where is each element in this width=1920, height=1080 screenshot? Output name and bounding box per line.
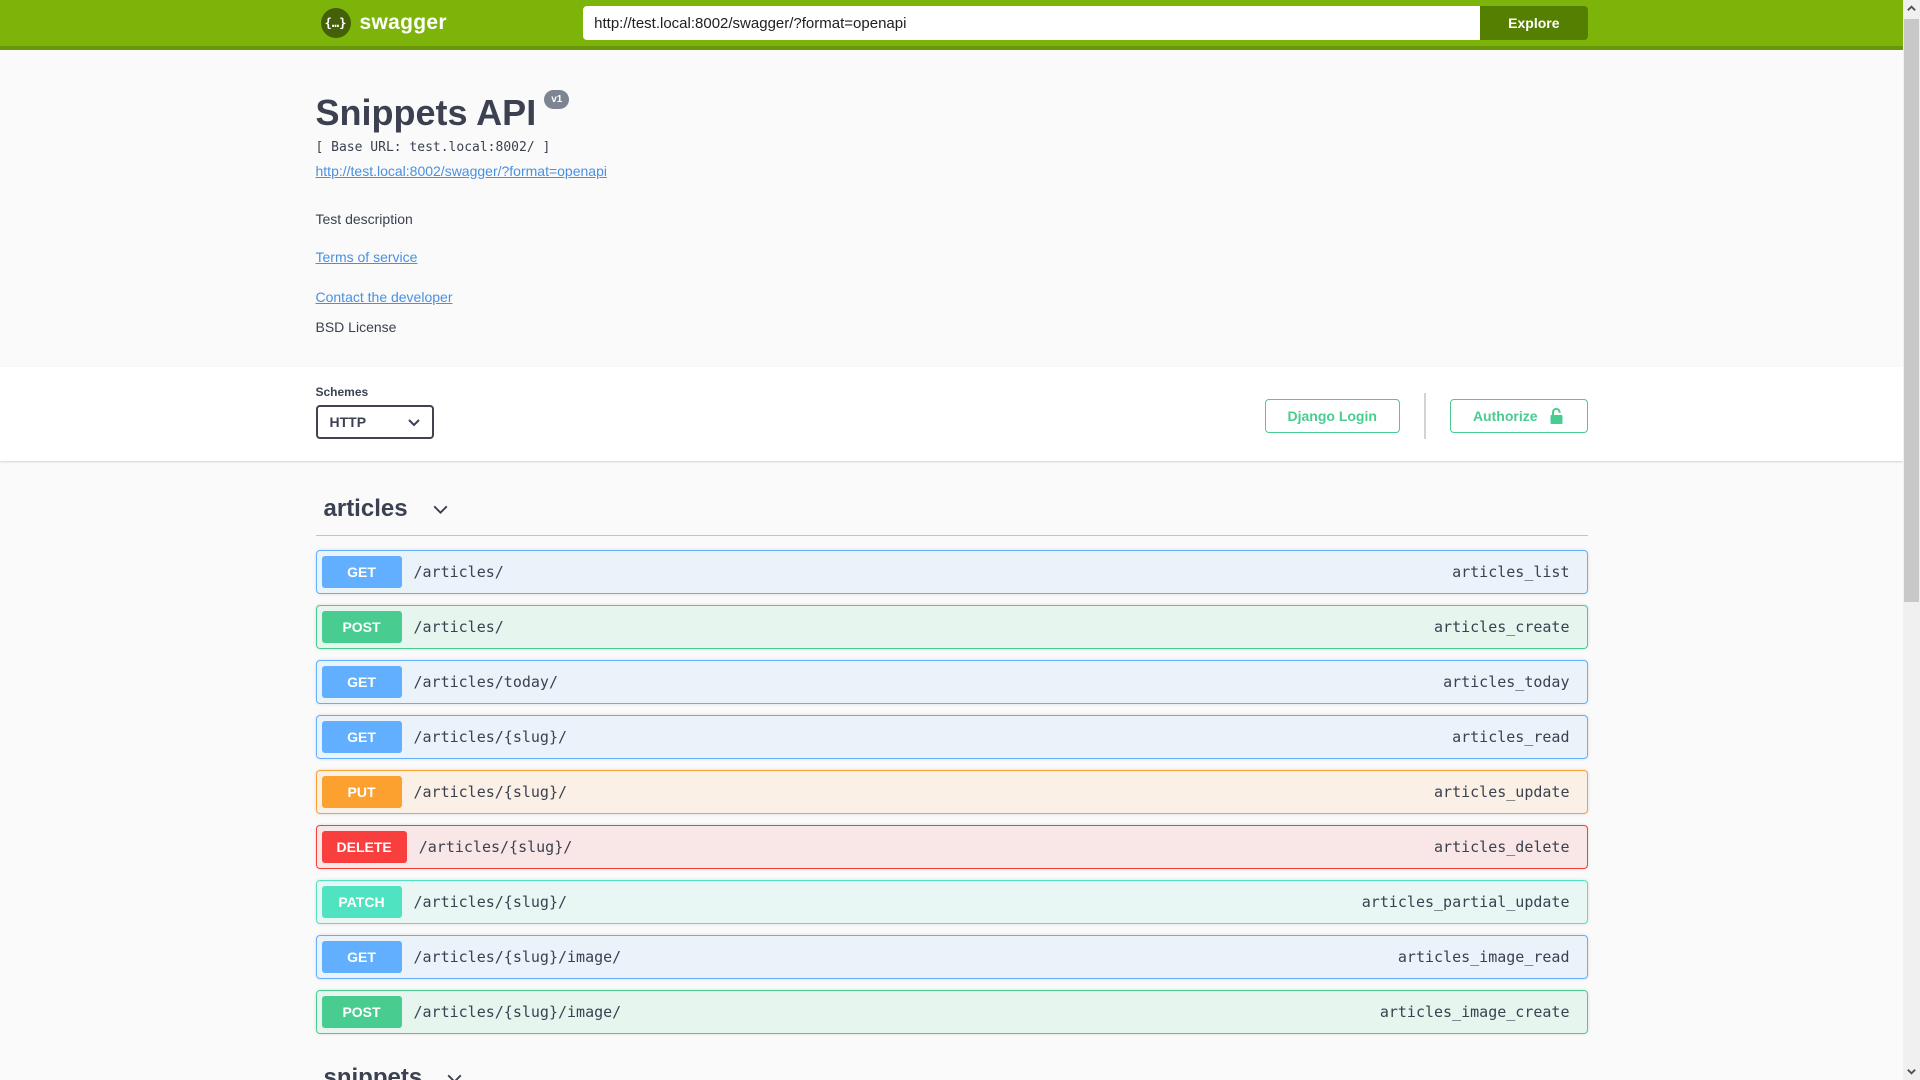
spec-url-input[interactable]	[583, 6, 1481, 40]
operation-path: /articles/{slug}/	[413, 728, 568, 746]
operation-id: articles_create	[1434, 618, 1570, 636]
chevron-down-icon	[433, 505, 448, 514]
auth-divider	[1423, 393, 1426, 439]
scrollbar-thumb[interactable]	[1904, 19, 1919, 602]
schemes-select[interactable]: HTTP	[315, 405, 434, 439]
swagger-logo: {…} swagger	[320, 8, 447, 38]
operation-row[interactable]: POST /articles/{slug}/image/ articles_im…	[315, 990, 1588, 1034]
swagger-logo-text: swagger	[359, 11, 447, 34]
operation-id: articles_read	[1452, 728, 1570, 746]
operation-path: /articles/{slug}/	[413, 893, 568, 911]
method-badge: POST	[321, 996, 402, 1028]
operation-id: articles_image_create	[1379, 1003, 1570, 1021]
version-badge: v1	[544, 90, 570, 109]
operation-path: /articles/{slug}/	[413, 783, 568, 801]
operation-path: /articles/{slug}/	[418, 838, 573, 856]
section-header[interactable]: articles	[315, 481, 1588, 536]
operation-row[interactable]: GET /articles/{slug}/ articles_read	[315, 715, 1588, 759]
spec-link[interactable]: http://test.local:8002/swagger/?format=o…	[316, 163, 607, 179]
explore-button[interactable]: Explore	[1480, 6, 1588, 40]
operation-id: articles_update	[1434, 783, 1570, 801]
section-articles: articles GET /articles/ articles_list PO…	[315, 481, 1588, 1034]
api-description: Test description	[315, 211, 413, 227]
authorize-button[interactable]: Authorize	[1449, 399, 1588, 433]
method-badge: POST	[321, 611, 402, 643]
method-badge: GET	[321, 666, 402, 698]
scrollbar-down-arrow[interactable]	[1903, 1063, 1920, 1080]
operation-path: /articles/	[413, 563, 504, 581]
method-badge: PATCH	[321, 886, 402, 918]
operation-id: articles_partial_update	[1361, 893, 1570, 911]
download-url-wrapper: Explore	[583, 6, 1588, 40]
swagger-logo-icon: {…}	[320, 8, 351, 38]
chevron-up-icon	[1907, 5, 1916, 11]
method-badge: DELETE	[321, 831, 407, 863]
operation-row[interactable]: PUT /articles/{slug}/ articles_update	[315, 770, 1588, 814]
django-login-button[interactable]: Django Login	[1264, 399, 1400, 433]
operation-id: articles_today	[1443, 673, 1570, 691]
operation-row[interactable]: GET /articles/{slug}/image/ articles_ima…	[315, 935, 1588, 979]
swagger-ui-page: {…} swagger Explore Snippets API v1 [ Ba…	[0, 0, 1903, 1080]
base-url: [ Base URL: test.local:8002/ ]	[315, 140, 551, 155]
operation-path: /articles/{slug}/image/	[413, 1003, 622, 1021]
operation-row[interactable]: GET /articles/ articles_list	[315, 550, 1588, 594]
operation-id: articles_delete	[1434, 838, 1570, 856]
license-text: BSD License	[315, 319, 397, 335]
unlock-icon	[1550, 407, 1562, 424]
method-badge: GET	[321, 941, 402, 973]
django-login-label: Django Login	[1287, 408, 1377, 424]
operation-path: /articles/	[413, 618, 504, 636]
operation-id: articles_list	[1452, 563, 1570, 581]
method-badge: PUT	[321, 776, 402, 808]
chevron-down-icon	[1907, 1069, 1916, 1075]
schemes-group: Schemes HTTP	[315, 385, 434, 439]
scrollbar-up-arrow[interactable]	[1903, 0, 1920, 17]
authorize-label: Authorize	[1472, 408, 1538, 424]
section-header[interactable]: snippets	[316, 1050, 1588, 1080]
operation-path: /articles/today/	[413, 673, 559, 691]
terms-of-service-link[interactable]: Terms of service	[316, 249, 418, 265]
section-snippets: snippets GET /snippets/ snippets_list	[316, 1050, 1588, 1080]
scheme-container: Schemes HTTP Django Login Authorize	[0, 367, 1903, 461]
operation-list: GET /articles/ articles_list POST /artic…	[315, 550, 1588, 1034]
operations-container: articles GET /articles/ articles_list PO…	[315, 461, 1588, 1080]
api-title-text: Snippets API	[315, 92, 537, 133]
operation-row[interactable]: DELETE /articles/{slug}/ articles_delete	[315, 825, 1588, 869]
section-title-text: articles	[323, 495, 408, 522]
topbar: {…} swagger Explore	[0, 0, 1903, 50]
api-info: Snippets API v1 [ Base URL: test.local:8…	[316, 50, 1588, 367]
chevron-down-icon	[447, 1074, 462, 1080]
contact-developer-link[interactable]: Contact the developer	[316, 289, 453, 305]
operation-row[interactable]: PATCH /articles/{slug}/ articles_partial…	[315, 880, 1588, 924]
operation-path: /articles/{slug}/image/	[413, 948, 622, 966]
operation-id: articles_image_read	[1397, 948, 1570, 966]
schemes-label: Schemes	[315, 385, 369, 399]
chevron-down-icon	[407, 419, 420, 427]
scrollbar[interactable]	[1903, 0, 1920, 1080]
method-badge: GET	[321, 556, 402, 588]
section-title-text: snippets	[323, 1064, 423, 1080]
operation-row[interactable]: GET /articles/today/ articles_today	[315, 660, 1588, 704]
schemes-selected-value: HTTP	[329, 414, 367, 430]
page-title: Snippets API v1	[315, 90, 1588, 134]
operation-row[interactable]: POST /articles/ articles_create	[315, 605, 1588, 649]
method-badge: GET	[321, 721, 402, 753]
auth-wrapper: Django Login Authorize	[1264, 393, 1588, 439]
